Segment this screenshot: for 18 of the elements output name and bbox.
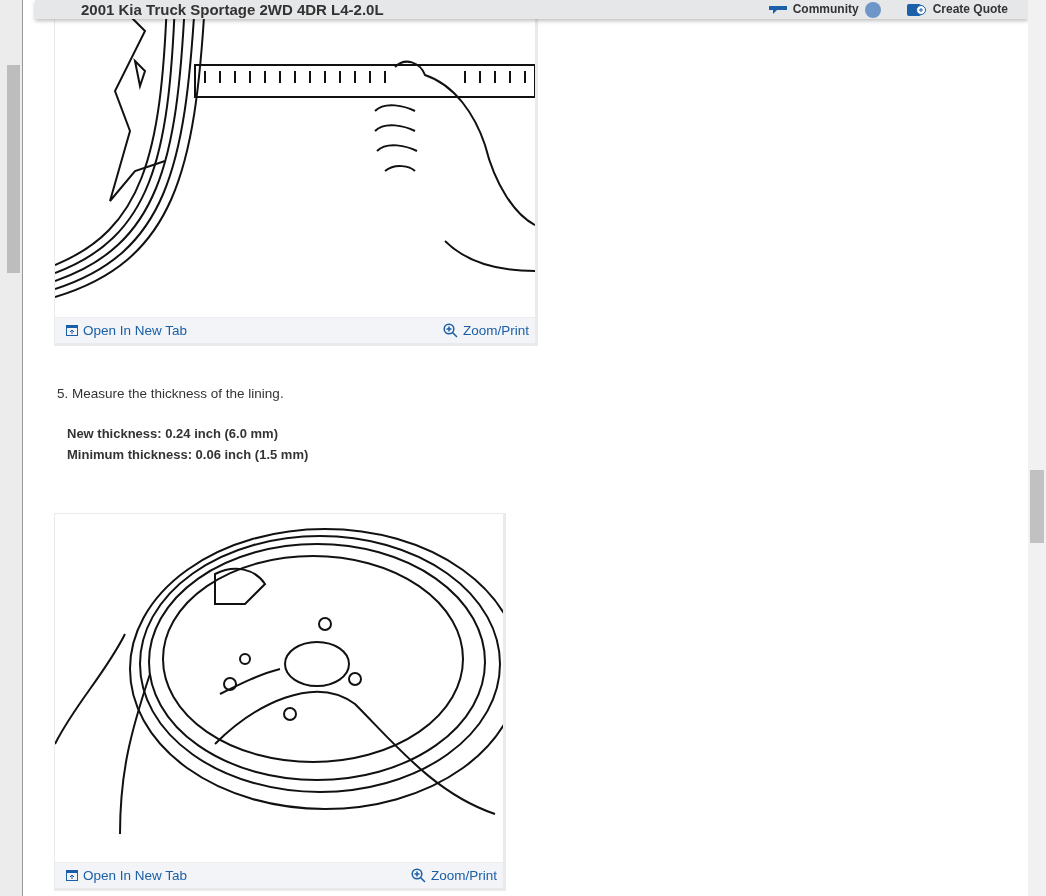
zoom-print-link[interactable]: Zoom/Print [442,323,529,338]
open-in-new-tab-link[interactable]: Open In New Tab [66,868,188,883]
spec-line: Minimum thickness: 0.06 inch (1.5 mm) [67,446,310,464]
scrollbar-thumb[interactable] [1030,470,1044,543]
zoom-in-icon [442,323,458,338]
scrollbar-thumb[interactable] [7,65,20,273]
chat-icon [768,5,787,14]
create-quote-button[interactable]: Create Quote [906,2,1008,17]
step-instruction: 5. Measure the thickness of the lining. [57,386,285,401]
notification-badge [864,1,881,18]
new-tab-icon [66,325,78,336]
zoom-print-link[interactable]: Zoom/Print [410,868,497,883]
open-in-new-tab-link[interactable]: Open In New Tab [66,323,188,338]
spec-line: New thickness: 0.24 inch (6.0 mm) [67,425,279,443]
vehicle-title: 2001 Kia Truck Sportage 2WD 4DR L4-2.0L [81,1,384,18]
zoom-in-icon [410,868,426,883]
new-tab-icon [66,870,78,881]
community-button[interactable]: Community [768,1,881,18]
